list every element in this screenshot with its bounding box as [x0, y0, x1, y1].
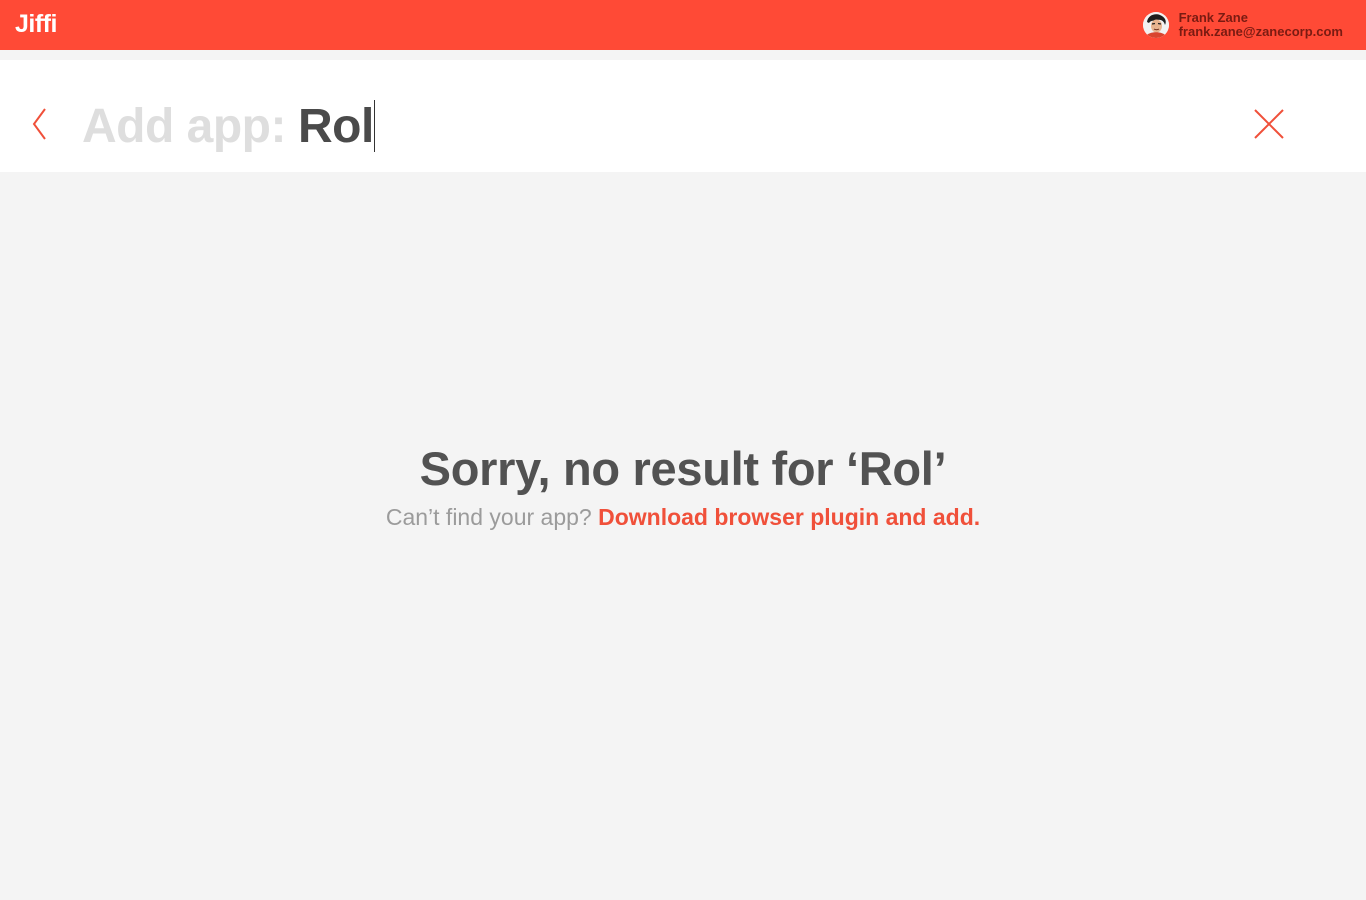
no-result-title: Sorry, no result for ‘Rol’ — [419, 442, 947, 495]
avatar[interactable] — [1142, 12, 1169, 38]
add-app-search-panel: Add app: — [0, 60, 1366, 172]
user-name: Frank Zane — [1178, 10, 1248, 25]
top-bar: Jiffi Frank Zane frank.zane@zanecorp.com — [0, 0, 1366, 50]
empty-state-question: Can’t find your app? — [385, 504, 592, 530]
user-email: frank.zane@zanecorp.com — [1178, 24, 1343, 39]
back-button[interactable] — [28, 107, 52, 141]
user-avatar-icon — [1142, 12, 1169, 38]
app-search-input[interactable] — [297, 98, 378, 154]
text-caret — [373, 100, 376, 152]
chevron-left-icon — [32, 108, 46, 140]
app-logo[interactable]: Jiffi — [15, 9, 57, 39]
close-button[interactable] — [1252, 107, 1286, 141]
empty-state: Sorry, no result for ‘Rol’ Can’t find yo… — [0, 440, 1366, 532]
user-menu[interactable]: Frank Zane frank.zane@zanecorp.com — [1142, 10, 1343, 40]
search-prefix-label: Add app: — [82, 99, 286, 153]
download-plugin-link[interactable]: Download browser plugin and add. — [598, 504, 980, 530]
search-line: Add app: — [82, 96, 378, 156]
close-icon — [1254, 109, 1284, 139]
empty-state-subtitle: Can’t find your app? Download browser pl… — [0, 502, 1366, 532]
